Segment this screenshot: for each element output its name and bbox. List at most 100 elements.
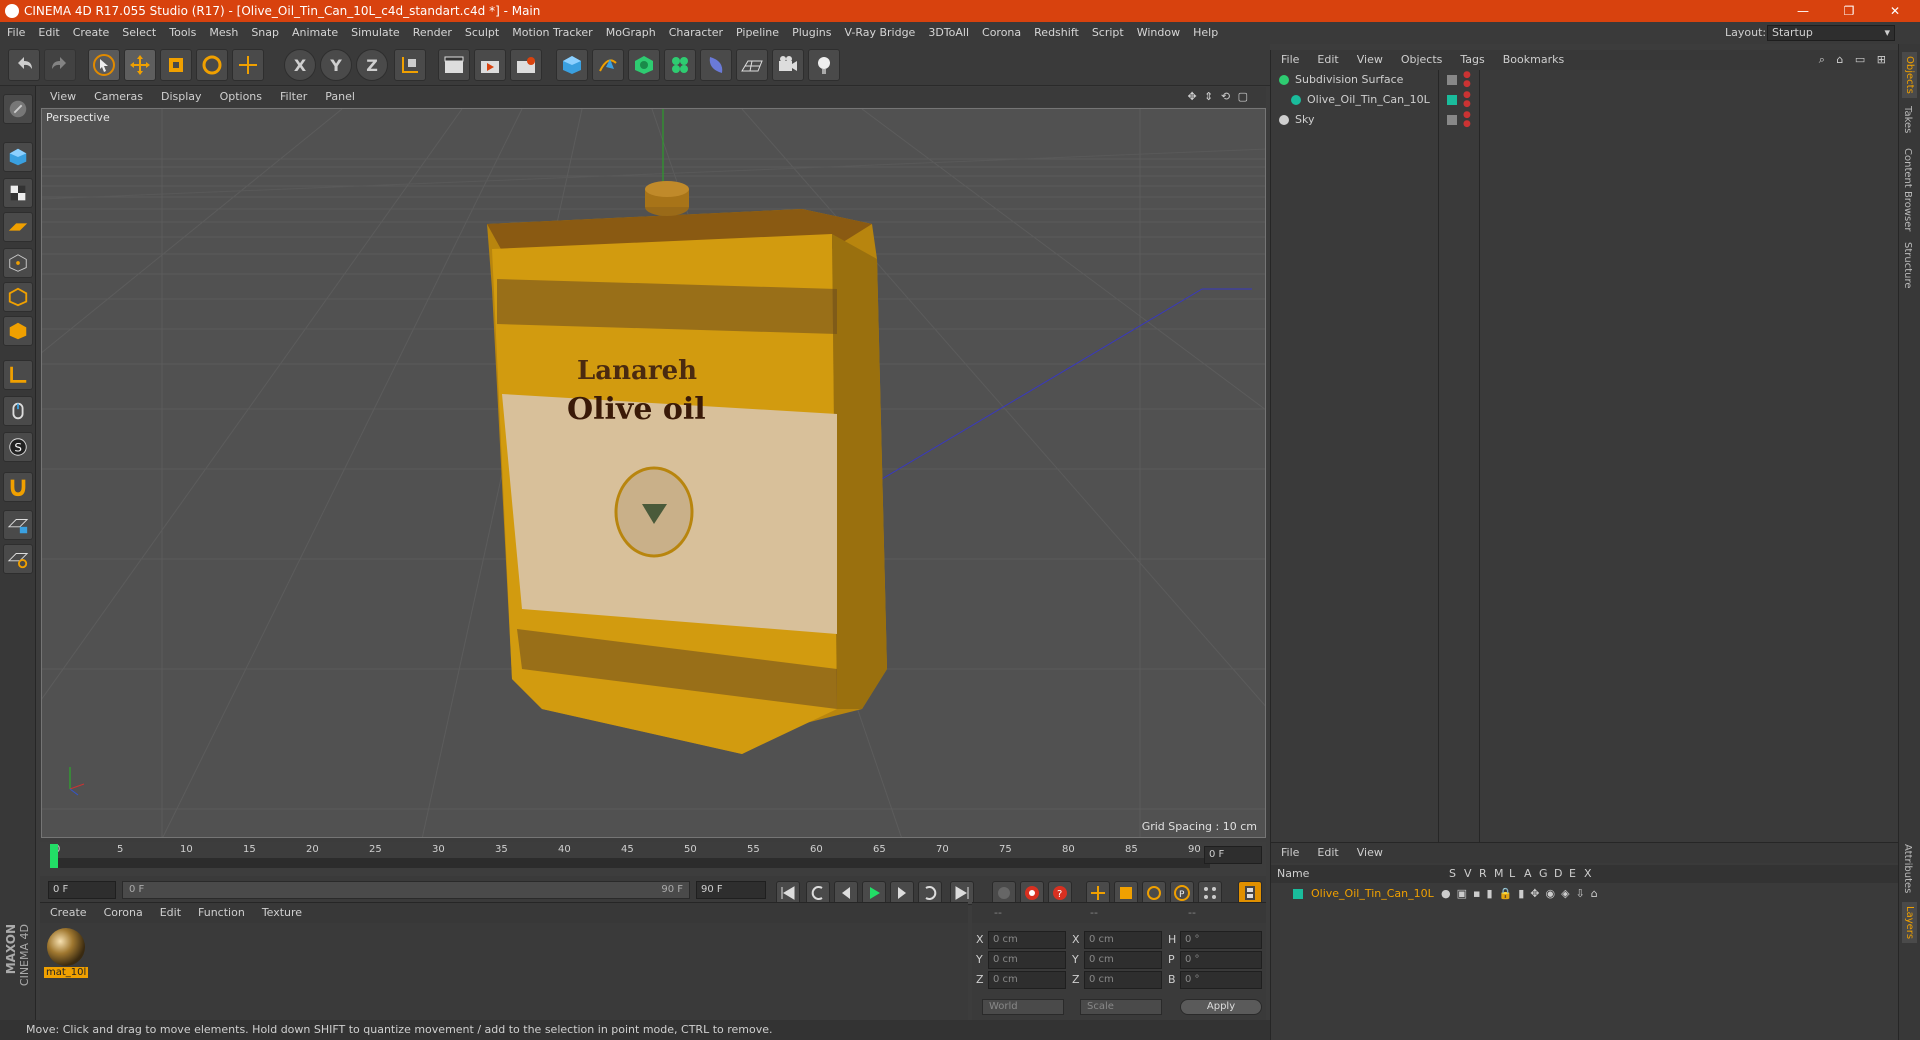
frame-range-slider[interactable]: 0 F 90 F (122, 881, 690, 899)
object-tag-icon[interactable] (1447, 75, 1457, 85)
position-field[interactable]: 0 cm (988, 951, 1066, 969)
visibility-dots-icon[interactable]: ● ● (1463, 111, 1471, 129)
olive-oil-tin-can[interactable]: Lanareh Olive oil (487, 181, 887, 754)
tab-takes[interactable]: Takes (1902, 106, 1913, 133)
menu-edit[interactable]: Edit (38, 26, 59, 39)
material-swatch[interactable]: mat_10l (44, 927, 89, 981)
viewport-menu-cameras[interactable]: Cameras (94, 90, 143, 103)
y-axis-button[interactable]: Y (320, 49, 352, 81)
move-tool-button[interactable] (124, 49, 156, 81)
object-menu-file[interactable]: File (1281, 53, 1299, 66)
layer-column-x[interactable]: X (1584, 865, 1592, 883)
workplane-mode-button[interactable] (3, 212, 33, 242)
menu-render[interactable]: Render (413, 26, 452, 39)
object-menu-objects[interactable]: Objects (1401, 53, 1443, 66)
visibility-dots-icon[interactable]: ● ● (1463, 71, 1471, 89)
polygons-mode-button[interactable] (3, 316, 33, 346)
apply-button[interactable]: Apply (1180, 999, 1262, 1015)
timeline[interactable]: 051015202530354045505560657075808590 0 F (40, 842, 1266, 876)
menu-character[interactable]: Character (669, 26, 723, 39)
material-menu-create[interactable]: Create (50, 906, 87, 919)
layer-menu-edit[interactable]: Edit (1317, 846, 1338, 859)
viewport-perspective[interactable]: Perspective Lanareh Olive oil Grid Spaci… (41, 108, 1266, 838)
rotate-tool-button[interactable] (196, 49, 228, 81)
layer-column-e[interactable]: E (1569, 865, 1576, 883)
layer-column-v[interactable]: V (1464, 865, 1472, 883)
layer-column-r[interactable]: R (1479, 865, 1487, 883)
make-editable-button[interactable] (3, 94, 33, 124)
menu-script[interactable]: Script (1092, 26, 1124, 39)
tab-structure[interactable]: Structure (1902, 242, 1913, 289)
playhead[interactable] (50, 844, 58, 868)
material-menu-edit[interactable]: Edit (160, 906, 181, 919)
layer-menu-file[interactable]: File (1281, 846, 1299, 859)
redo-button[interactable] (44, 49, 76, 81)
viewport-menu-panel[interactable]: Panel (325, 90, 355, 103)
object-menu-edit[interactable]: Edit (1317, 53, 1338, 66)
object-name[interactable]: Olive_Oil_Tin_Can_10L (1307, 90, 1430, 110)
size-field[interactable]: 0 cm (1084, 951, 1162, 969)
coordinate-mode-dropdown[interactable]: World (982, 999, 1064, 1015)
layer-row[interactable]: Olive_Oil_Tin_Can_10L ●▣▪▮🔒▮✥◉◈⇩⌂ (1271, 885, 1899, 903)
object-row[interactable]: Olive_Oil_Tin_Can_10L ● ● (1271, 90, 1899, 110)
menu-motion-tracker[interactable]: Motion Tracker (512, 26, 592, 39)
x-axis-button[interactable]: X (284, 49, 316, 81)
timeline-track[interactable] (50, 858, 1210, 868)
object-menu-tags[interactable]: Tags (1460, 53, 1484, 66)
menu-corona[interactable]: Corona (982, 26, 1021, 39)
render-settings-button[interactable] (510, 49, 542, 81)
tab-content-browser[interactable]: Content Browser (1902, 148, 1913, 231)
select-tool-button[interactable] (88, 49, 120, 81)
layer-column-name[interactable]: Name (1277, 865, 1309, 883)
menu-tools[interactable]: Tools (169, 26, 196, 39)
layer-column-s[interactable]: S (1449, 865, 1456, 883)
scale-tool-button[interactable] (160, 49, 192, 81)
menu-mograph[interactable]: MoGraph (606, 26, 656, 39)
texture-mode-button[interactable] (3, 178, 33, 208)
layer-column-a[interactable]: A (1524, 865, 1532, 883)
rotation-field[interactable]: 0 ° (1180, 931, 1262, 949)
layout-dropdown[interactable]: Startup ▾ (1767, 25, 1895, 41)
menu-v-ray-bridge[interactable]: V-Ray Bridge (844, 26, 915, 39)
object-menu-view[interactable]: View (1357, 53, 1383, 66)
viewport-menu-options[interactable]: Options (220, 90, 262, 103)
layer-column-m[interactable]: M (1494, 865, 1504, 883)
menu-3dtoall[interactable]: 3DToAll (928, 26, 969, 39)
light-button[interactable] (808, 49, 840, 81)
close-button[interactable]: ✕ (1872, 0, 1918, 22)
position-field[interactable]: 0 cm (988, 971, 1066, 989)
menu-mesh[interactable]: Mesh (209, 26, 238, 39)
tweak-mode-button[interactable] (3, 396, 33, 426)
size-field[interactable]: 0 cm (1084, 971, 1162, 989)
viewport-menu-display[interactable]: Display (161, 90, 202, 103)
model-mode-button[interactable] (3, 142, 33, 172)
object-tag-icon[interactable] (1447, 115, 1457, 125)
locked-workplane-button[interactable] (3, 510, 33, 540)
rotation-field[interactable]: 0 ° (1180, 971, 1262, 989)
coordinate-system-button[interactable] (394, 49, 426, 81)
tab-attributes[interactable]: Attributes (1902, 844, 1913, 893)
points-mode-button[interactable] (3, 248, 33, 278)
edges-mode-button[interactable] (3, 282, 33, 312)
position-field[interactable]: 0 cm (988, 931, 1066, 949)
end-frame-field[interactable]: 90 F (696, 881, 766, 899)
menu-help[interactable]: Help (1193, 26, 1218, 39)
camera-button[interactable] (772, 49, 804, 81)
layer-menu-view[interactable]: View (1357, 846, 1383, 859)
viewport-menu-view[interactable]: View (50, 90, 76, 103)
current-frame-field[interactable]: 0 F (1204, 846, 1262, 864)
deformer-button[interactable] (700, 49, 732, 81)
layer-column-d[interactable]: D (1554, 865, 1562, 883)
render-picture-viewer-button[interactable] (474, 49, 506, 81)
z-axis-button[interactable]: Z (356, 49, 388, 81)
layer-column-l[interactable]: L (1509, 865, 1515, 883)
menu-simulate[interactable]: Simulate (351, 26, 400, 39)
render-view-button[interactable] (438, 49, 470, 81)
multi-tool-button[interactable] (232, 49, 264, 81)
material-menu-corona[interactable]: Corona (104, 906, 143, 919)
tab-objects[interactable]: Objects (1902, 52, 1917, 98)
floor-button[interactable] (736, 49, 768, 81)
subdivision-button[interactable] (628, 49, 660, 81)
cube-object-button[interactable] (556, 49, 588, 81)
start-frame-field[interactable]: 0 F (48, 881, 116, 899)
